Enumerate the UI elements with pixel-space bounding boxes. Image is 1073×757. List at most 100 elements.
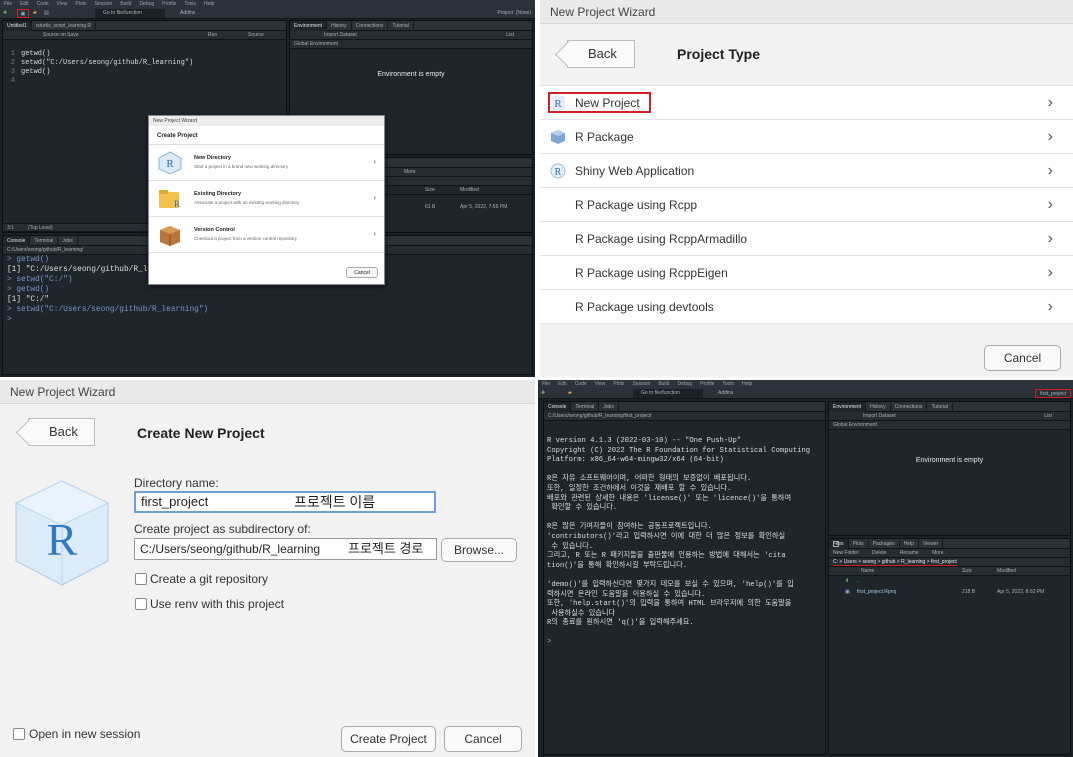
menu-item[interactable]: Plots [75, 0, 86, 8]
menu-item[interactable]: Build [120, 0, 131, 8]
menu-item[interactable]: Edit [20, 0, 29, 8]
tab-packages[interactable]: Packages [869, 539, 900, 549]
project-menu[interactable]: Project: (None) [497, 9, 531, 18]
new-session-checkbox[interactable] [13, 728, 25, 740]
files-breadcrumb[interactable]: C: > Users > seong > github > R_learning… [829, 558, 1070, 567]
tab-environment[interactable]: Environment [290, 21, 328, 31]
table-row[interactable]: ⬆ .. [829, 576, 1070, 587]
source-on-save-checkbox[interactable]: Source on Save [43, 32, 79, 38]
tab-tutorial[interactable]: Tutorial [388, 21, 414, 31]
col-size[interactable]: Size [962, 567, 972, 576]
tab-environment[interactable]: Environment [829, 402, 867, 412]
tab-connections[interactable]: Connections [352, 21, 389, 31]
goto-file-input[interactable]: Go to file/function [633, 389, 703, 398]
col-modified[interactable]: Modified [997, 567, 1016, 576]
tab-viewer[interactable]: Viewer [919, 539, 944, 549]
menu-item[interactable]: File [542, 380, 550, 388]
menu-item[interactable]: Debug [677, 380, 692, 388]
menu-item[interactable]: Profile [700, 380, 714, 388]
col-modified[interactable]: Modified [460, 186, 479, 195]
tab-plots[interactable]: Plots [849, 539, 869, 549]
menu-item[interactable]: File [4, 0, 12, 8]
global-environment-select[interactable]: Global Environment [294, 41, 338, 47]
delete-button[interactable]: Delete [872, 550, 886, 556]
list-view-select[interactable]: List [1044, 412, 1052, 421]
back-button[interactable]: Back [567, 40, 635, 68]
menu-item[interactable]: Tools [722, 380, 734, 388]
col-name[interactable]: Name [861, 567, 874, 576]
renv-checkbox[interactable] [135, 598, 147, 610]
project-type-rcpp[interactable]: R Package using Rcpp › [540, 188, 1073, 222]
menu-item[interactable]: Profile [162, 0, 176, 8]
option-version-control[interactable]: Version Control Checkout a project from a… [149, 217, 384, 253]
console-output[interactable]: R version 4.1.3 (2022-03-10) -- "One Pus… [544, 421, 825, 648]
import-dataset-button[interactable]: Import Dataset [863, 413, 896, 419]
tab-help[interactable]: Help [900, 539, 919, 549]
option-new-directory[interactable]: R New Directory Start a project in a bran… [149, 145, 384, 181]
option-existing-directory[interactable]: R Existing Directory Associate a project … [149, 181, 384, 217]
cancel-button[interactable]: Cancel [346, 267, 378, 278]
menu-item[interactable]: Debug [139, 0, 154, 8]
menu-item[interactable]: View [57, 0, 68, 8]
menu-item[interactable]: Session [633, 380, 651, 388]
tab-script[interactable]: rstudio_script_learning.R [32, 21, 97, 31]
addins-menu[interactable]: Addins [718, 389, 733, 398]
project-type-rcpparmadillo[interactable]: R Package using RcppArmadillo › [540, 222, 1073, 256]
run-button[interactable]: Run [208, 31, 217, 40]
directory-name-input[interactable]: first_project 프로젝트 이름 [134, 491, 436, 513]
tab-untitled1[interactable]: Untitled1 [3, 21, 32, 31]
rename-button[interactable]: Rename [900, 550, 919, 556]
new-project-icon[interactable]: ▣ [17, 9, 29, 18]
new-folder-button[interactable]: New Folder [833, 550, 859, 556]
global-environment-select[interactable]: Global Environment [833, 422, 877, 428]
import-dataset-button[interactable]: Import Dataset [324, 32, 357, 38]
menu-item[interactable]: View [595, 380, 606, 388]
editor-code[interactable]: 1 getwd() 2 setwd("C:/Users/seong/github/R_… [3, 40, 286, 104]
source-button[interactable]: Source [248, 31, 264, 40]
git-repository-checkbox[interactable] [135, 573, 147, 585]
goto-file-input[interactable]: Go to file/function [95, 9, 165, 18]
tab-terminal[interactable]: Terminal [30, 236, 59, 246]
create-project-button[interactable]: Create Project [341, 726, 436, 752]
project-type-r-package[interactable]: R Package › [540, 120, 1073, 154]
tab-history[interactable]: History [327, 21, 352, 31]
tab-terminal[interactable]: Terminal [571, 402, 600, 412]
menu-item[interactable]: Edit [558, 380, 567, 388]
table-row[interactable]: ▣ first_project.Rproj 218 B Apr 5, 2022,… [829, 541, 1070, 598]
open-file-icon[interactable]: ▰ [568, 389, 572, 398]
menu-item[interactable]: Session [95, 0, 113, 8]
menu-item[interactable]: Code [575, 380, 587, 388]
row-checkbox[interactable] [833, 541, 839, 547]
more-button[interactable]: More [404, 169, 415, 175]
menu-item[interactable]: Build [658, 380, 669, 388]
save-icon[interactable]: ▤ [44, 9, 49, 18]
tab-jobs[interactable]: Jobs [599, 402, 619, 412]
more-button[interactable]: More [932, 550, 943, 556]
menu-item[interactable]: Tools [184, 0, 196, 8]
new-file-icon[interactable]: ✚ [3, 9, 7, 18]
tab-jobs[interactable]: Jobs [58, 236, 78, 246]
project-type-devtools[interactable]: R Package using devtools › [540, 290, 1073, 324]
browse-button[interactable]: Browse... [441, 538, 517, 562]
cancel-button[interactable]: Cancel [444, 726, 522, 752]
menu-item[interactable]: Plots [613, 380, 624, 388]
tab-history[interactable]: History [866, 402, 891, 412]
list-view-select[interactable]: List [506, 31, 514, 40]
menu-item[interactable]: Help [742, 380, 752, 388]
menu-item[interactable]: Help [204, 0, 214, 8]
tab-tutorial[interactable]: Tutorial [927, 402, 953, 412]
open-file-icon[interactable]: ▰ [33, 9, 37, 18]
tab-connections[interactable]: Connections [891, 402, 928, 412]
col-size[interactable]: Size [425, 186, 435, 195]
menu-item[interactable]: Code [37, 0, 49, 8]
cancel-button[interactable]: Cancel [984, 345, 1061, 371]
project-type-rcppeigen[interactable]: R Package using RcppEigen › [540, 256, 1073, 290]
new-file-icon[interactable]: ✚ [541, 389, 545, 398]
addins-menu[interactable]: Addins [180, 9, 195, 18]
back-button[interactable]: Back [28, 418, 95, 446]
project-menu[interactable]: first_project [1035, 389, 1071, 398]
tab-console[interactable]: Console [544, 402, 572, 412]
project-type-shiny[interactable]: R Shiny Web Application › [540, 154, 1073, 188]
subdirectory-input[interactable]: C:/Users/seong/github/R_learning 프로젝트 경로 [134, 538, 437, 560]
tab-console[interactable]: Console [3, 236, 31, 246]
